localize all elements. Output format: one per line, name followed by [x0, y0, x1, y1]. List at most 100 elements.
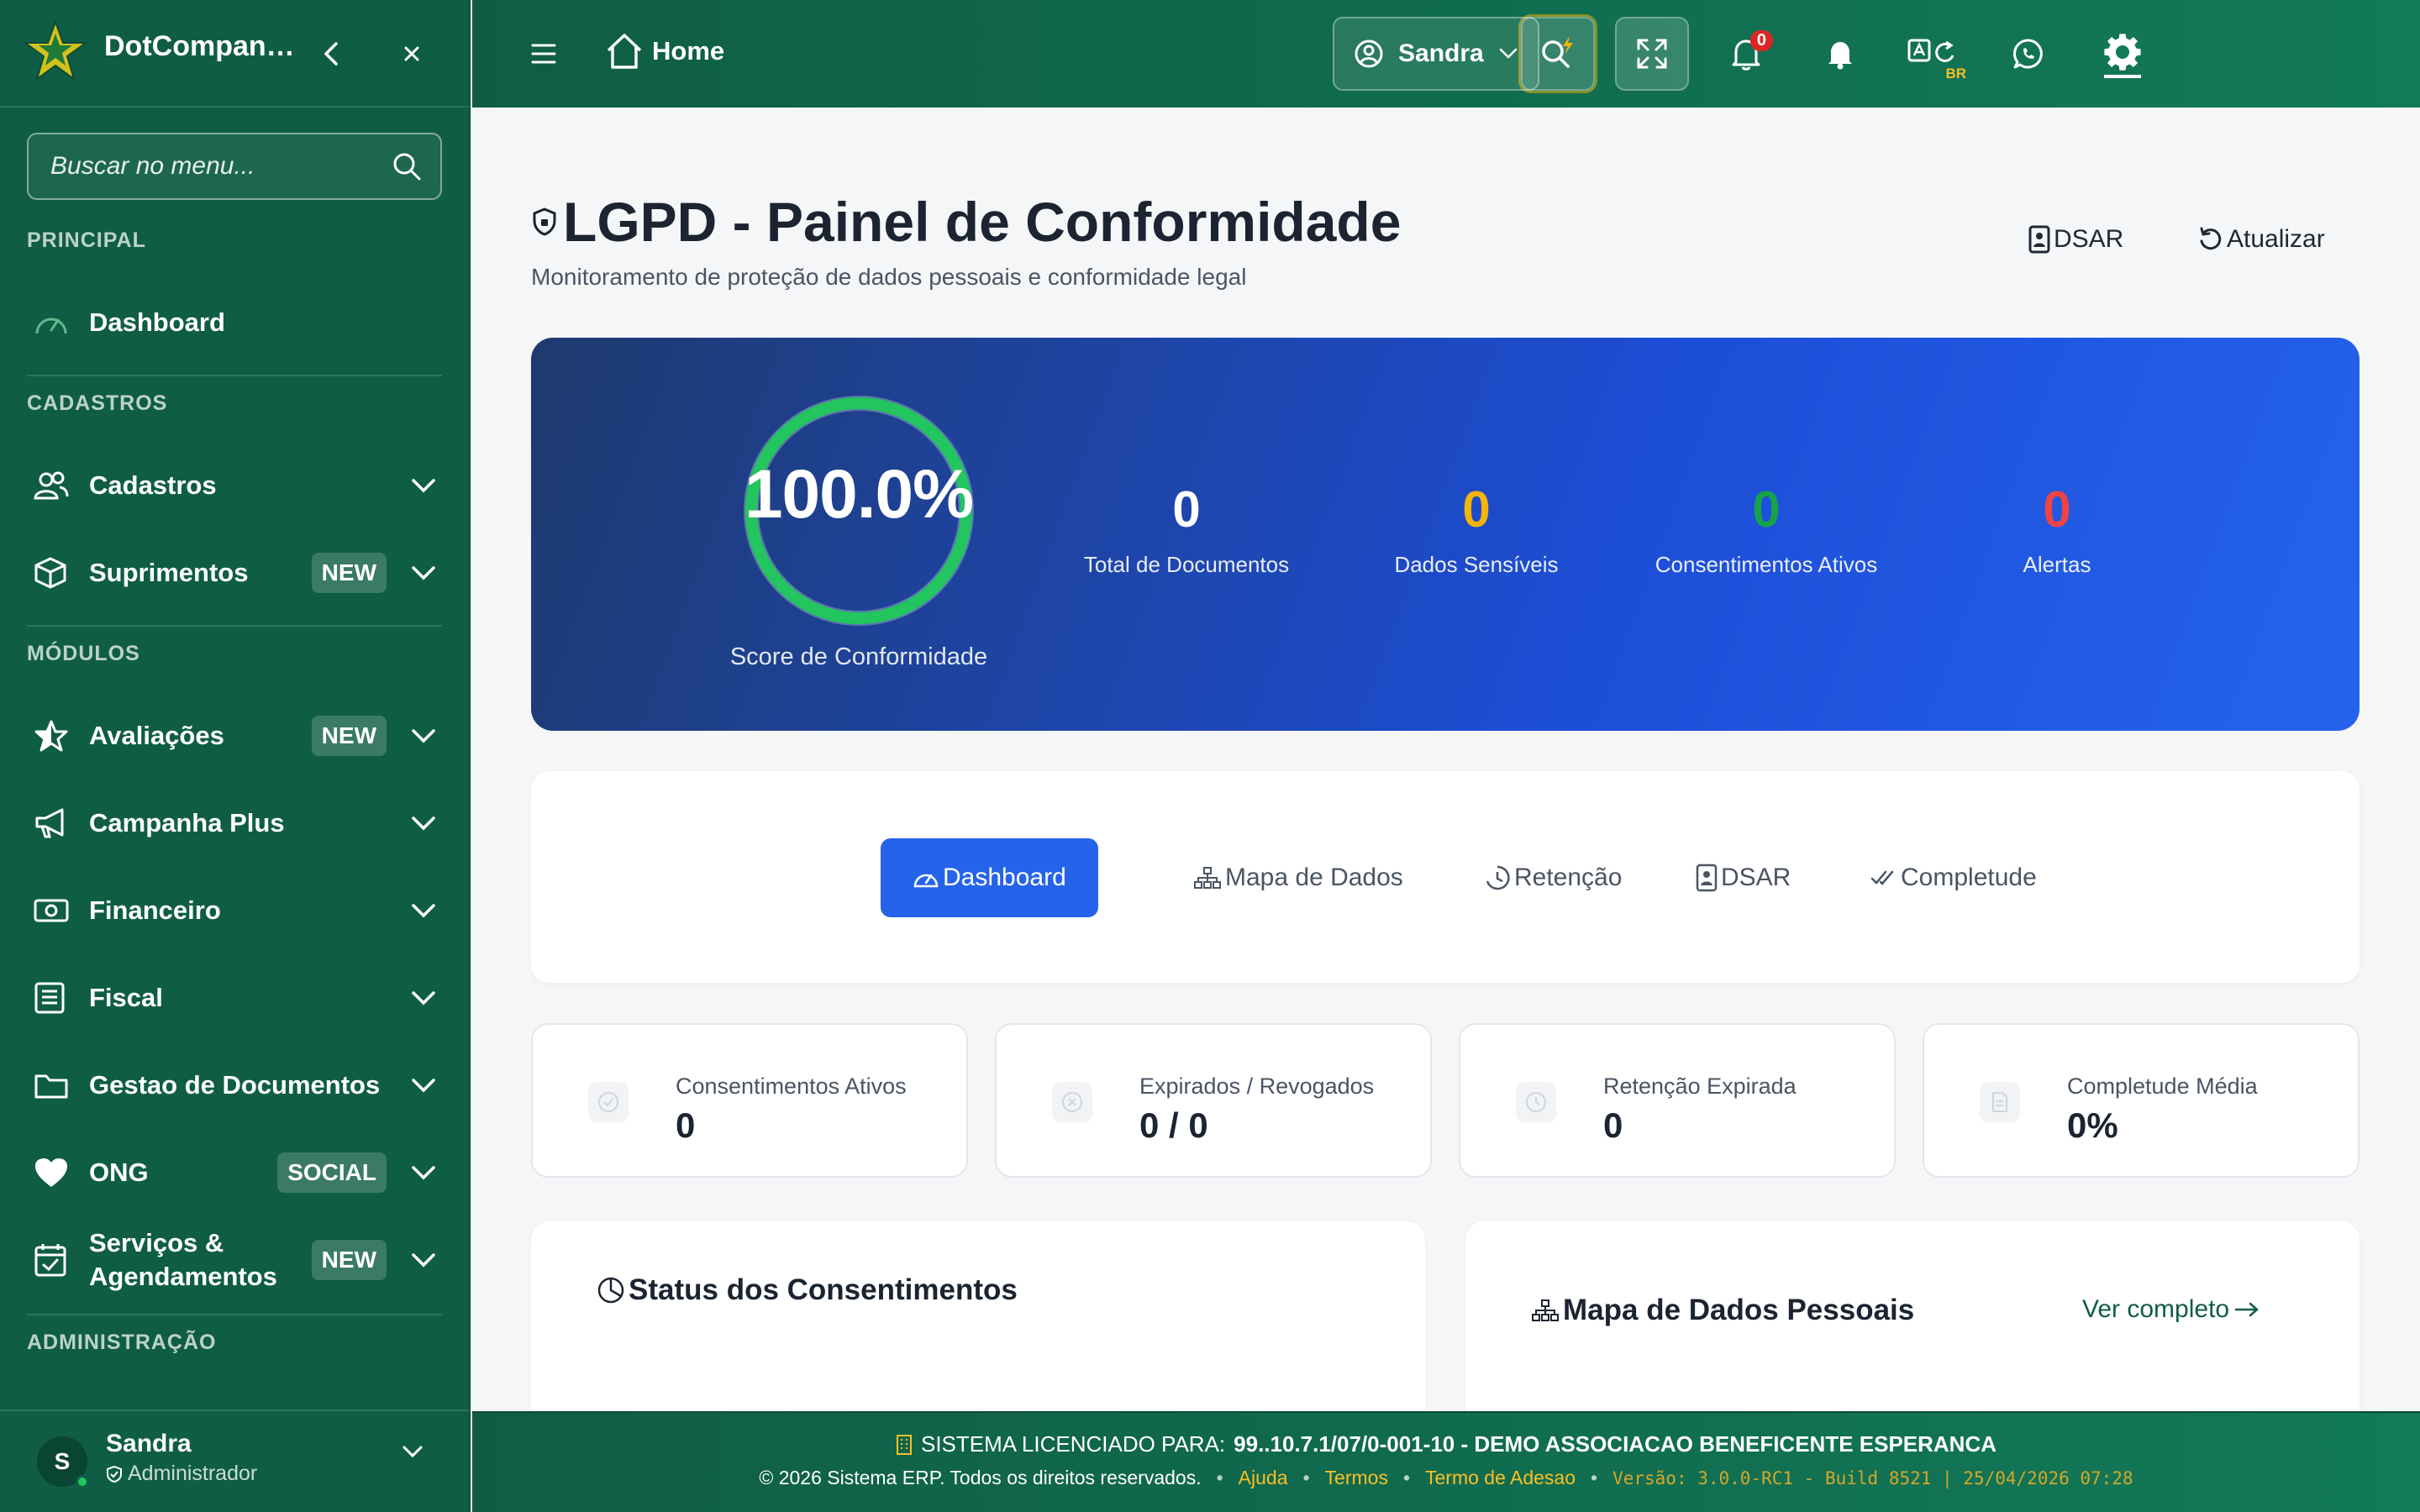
pie-chart-icon [597, 1277, 624, 1304]
notification-count-badge: 0 [1749, 30, 1773, 51]
speedometer-icon [27, 304, 79, 341]
bell-filled-icon [1828, 42, 1852, 70]
home-label: Home [652, 36, 725, 66]
sidebar-item-fiscal[interactable]: Fiscal [27, 961, 442, 1035]
compliance-hero-card: 100.0% Score de Conformidade 0 Total de … [531, 338, 2360, 731]
kpi-label: Expirados / Revogados [1139, 1074, 1375, 1099]
sidebar-item-cadastros[interactable]: Cadastros [27, 449, 442, 522]
help-link[interactable]: Ajuda [1239, 1467, 1288, 1489]
tab-label: Mapa de Dados [1225, 864, 1403, 891]
tab-label: Dashboard [943, 864, 1066, 891]
sidebar-item-campanha-plus[interactable]: Campanha Plus [27, 786, 442, 860]
adhesion-terms-link[interactable]: Termo de Adesao [1425, 1467, 1576, 1489]
kpi-card-expired-revoked: Expirados / Revogados 0 / 0 [995, 1023, 1432, 1178]
document-icon [1980, 1082, 2020, 1122]
tab-dashboard[interactable]: Dashboard [881, 838, 1098, 917]
menu-search-input[interactable] [50, 134, 387, 198]
copyright: © 2026 Sistema ERP. Todos os direitos re… [759, 1467, 1202, 1488]
compliance-score-label: Score de Conformidade [729, 643, 988, 670]
sidebar-search [27, 133, 442, 200]
license-value: 99..10.7.1/07/0-001-10 - DEMO ASSOCIACAO… [1234, 1431, 1997, 1457]
kpi-card-active-consents: Consentimentos Ativos 0 [531, 1023, 968, 1178]
kpi-card-average-completeness: Completude Média 0% [1923, 1023, 2360, 1178]
stat-label: Alertas [2023, 552, 2091, 577]
stat-label: Dados Sensíveis [1394, 552, 1559, 577]
avatar-initial: S [54, 1448, 71, 1474]
alerts-button[interactable] [1803, 17, 1877, 91]
tab-retention[interactable]: Retenção [1484, 838, 1622, 917]
language-button[interactable]: BR [1897, 17, 1971, 91]
separator: • [1402, 1467, 1411, 1488]
stat-sensitive-data: 0 Dados Sensíveis [1342, 480, 1611, 578]
stat-alerts: 0 Alertas [1923, 480, 2191, 578]
close-icon [404, 46, 419, 61]
chevron-down-icon [1499, 48, 1517, 59]
sidebar-item-label: Suprimentos [89, 558, 249, 587]
terms-link[interactable]: Termos [1325, 1467, 1388, 1489]
sidebar-item-suprimentos[interactable]: Suprimentos NEW [27, 536, 442, 610]
chevron-down-icon [405, 478, 442, 493]
brand-name: DotCompanion [104, 30, 297, 62]
footer: SISTEMA LICENCIADO PARA: 99..10.7.1/07/0… [472, 1411, 2420, 1512]
id-badge-icon [1696, 864, 1718, 892]
top-bar: Home 0 BR Sandra [472, 0, 2420, 108]
chevron-down-icon [405, 728, 442, 743]
separator: • [1216, 1467, 1223, 1488]
sidebar-item-gestao-documentos[interactable]: Gestao de Documentos [27, 1048, 442, 1122]
dsar-header-button[interactable]: DSAR [2028, 225, 2123, 254]
sidebar-item-label-line1: Serviços & [89, 1228, 224, 1257]
sidebar-item-label: Dashboard [89, 307, 225, 337]
refresh-button[interactable]: Atualizar [2198, 225, 2325, 254]
sidebar-item-label: Campanha Plus [89, 808, 285, 837]
kpi-value: 0 [1603, 1105, 1623, 1145]
tab-data-map[interactable]: Mapa de Dados [1193, 838, 1403, 917]
tab-label: Completude [1901, 864, 2037, 891]
panel-title-text: Status dos Consentimentos [629, 1273, 1018, 1306]
version-info: Versão: 3.0.0-RC1 - Build 8521 | 25/04/2… [1612, 1467, 2133, 1488]
notifications-button[interactable]: 0 [1709, 17, 1783, 91]
tab-dsar[interactable]: DSAR [1696, 838, 1791, 917]
view-full-map-link[interactable]: Ver completo [2082, 1295, 2260, 1324]
chevron-down-icon [405, 990, 442, 1005]
section-label-modulos: MÓDULOS [27, 642, 140, 665]
stat-value: 0 [1172, 481, 1201, 538]
new-badge: NEW [311, 716, 387, 756]
online-status-dot [76, 1475, 89, 1488]
sidebar-item-dashboard[interactable]: Dashboard [27, 286, 442, 360]
sidebar-item-label-line2: Agendamentos [89, 1262, 277, 1291]
whatsapp-icon [2013, 39, 2043, 69]
stat-active-consents: 0 Consentimentos Ativos [1632, 480, 1901, 578]
kpi-value: 0 / 0 [1139, 1105, 1208, 1145]
fullscreen-button[interactable] [1615, 17, 1689, 91]
sidebar-item-ong[interactable]: ONG SOCIAL [27, 1136, 442, 1210]
search-icon[interactable] [392, 151, 422, 186]
sidebar-item-avaliacoes[interactable]: Avaliações NEW [27, 699, 442, 773]
chevron-down-icon [405, 1078, 442, 1093]
user-menu-name: Sandra [1398, 39, 1484, 67]
diagram-icon [1194, 867, 1221, 889]
whatsapp-button[interactable] [1991, 17, 2065, 91]
sidebar-item-label: Gestao de Documentos [89, 1070, 381, 1100]
kpi-value: 0% [2067, 1105, 2118, 1145]
sidebar-user-menu[interactable]: S Sandra Administrador [0, 1410, 471, 1512]
box-icon [27, 554, 79, 591]
close-sidebar-button[interactable] [393, 35, 430, 72]
hamburger-menu-button[interactable] [531, 37, 556, 75]
sidebar-item-servicos-agendamentos[interactable]: Serviços & Agendamentos NEW [27, 1223, 442, 1297]
check-shield-icon [588, 1082, 629, 1122]
page-title-text: LGPD - Painel de Conformidade [563, 191, 1402, 253]
consent-status-panel: Status dos Consentimentos [531, 1221, 1425, 1411]
user-menu-button[interactable]: Sandra [1333, 17, 1539, 91]
sidebar-item-financeiro[interactable]: Financeiro [27, 874, 442, 948]
divider [27, 625, 442, 627]
tab-completeness[interactable]: Completude [1870, 838, 2037, 917]
chevron-down-icon [405, 816, 442, 831]
tab-label: DSAR [1721, 864, 1791, 891]
user-circle-icon [1355, 39, 1383, 68]
separator: • [1591, 1467, 1598, 1488]
sidebar-item-label: Avaliações [89, 721, 224, 750]
collapse-sidebar-button[interactable] [313, 35, 350, 72]
settings-button[interactable] [2086, 17, 2160, 91]
home-breadcrumb[interactable]: Home [605, 32, 724, 71]
tab-label: Retenção [1514, 864, 1623, 891]
